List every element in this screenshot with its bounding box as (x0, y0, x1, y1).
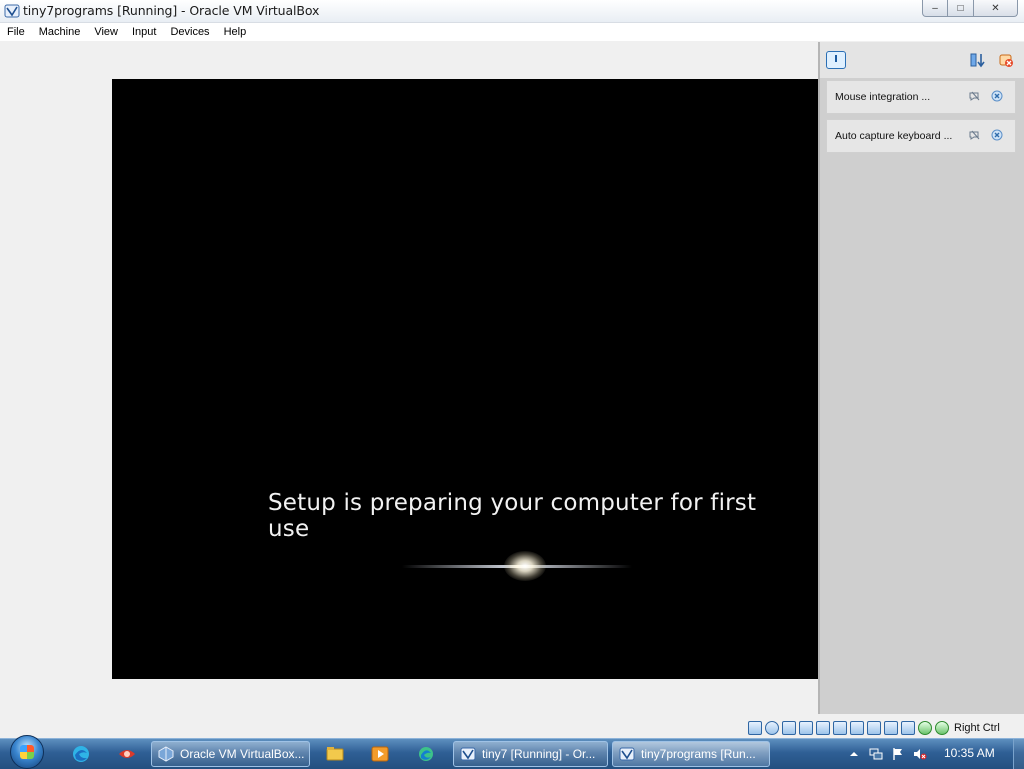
menu-bar: File Machine View Input Devices Help (0, 23, 1024, 41)
taskbar: Oracle VM VirtualBox... tiny7 [Running] … (0, 735, 1024, 769)
clear-all-icon[interactable] (998, 52, 1014, 68)
host-key-label: Right Ctrl (954, 722, 1000, 734)
close-icon[interactable] (991, 90, 1003, 102)
menu-machine[interactable]: Machine (32, 23, 88, 41)
minimize-button[interactable]: – (922, 0, 948, 17)
menu-help[interactable]: Help (217, 23, 254, 41)
action-center-flag-icon[interactable] (891, 747, 905, 761)
close-icon[interactable] (991, 129, 1003, 141)
notification-center-icon[interactable] (826, 51, 846, 69)
usb-icon[interactable] (833, 721, 847, 735)
maximize-icon: □ (957, 2, 964, 14)
network-icon[interactable] (816, 721, 830, 735)
virtualbox-icon (4, 4, 20, 18)
setup-status-text: Setup is preparing your computer for fir… (268, 490, 757, 542)
progress-glow-orb (504, 551, 546, 581)
file-explorer-icon[interactable] (324, 744, 346, 764)
mouse-integration-icon[interactable] (918, 721, 932, 735)
windows-logo-icon (20, 745, 34, 759)
taskbar-button-virtualbox-manager[interactable]: Oracle VM VirtualBox... (151, 741, 310, 767)
close-icon: ✕ (991, 2, 1000, 14)
menu-file[interactable]: File (0, 23, 32, 41)
edge-icon[interactable] (415, 744, 437, 764)
network-icon[interactable] (869, 747, 883, 761)
display-icon[interactable] (867, 721, 881, 735)
virtualbox-icon (158, 746, 174, 762)
app-icon[interactable] (116, 744, 138, 764)
mute-icon[interactable] (969, 90, 981, 102)
notification-center: Mouse integration ... Auto capture keybo… (818, 42, 1024, 714)
volume-muted-icon[interactable] (913, 747, 927, 761)
taskbar-button-tiny7[interactable]: tiny7 [Running] - Or... (453, 741, 608, 767)
minimize-icon: – (932, 2, 938, 14)
notification-item[interactable]: Mouse integration ... (826, 80, 1016, 114)
clock[interactable]: 10:35 AM (944, 746, 995, 760)
virtualbox-icon (619, 747, 635, 761)
vm-display[interactable]: Setup is preparing your computer for fir… (112, 79, 818, 679)
maximize-button[interactable]: □ (948, 0, 974, 17)
audio-icon[interactable] (799, 721, 813, 735)
recording-icon[interactable] (884, 721, 898, 735)
menu-view[interactable]: View (87, 23, 125, 41)
taskbar-button-label: tiny7programs [Run... (641, 747, 756, 761)
menu-input[interactable]: Input (125, 23, 163, 41)
media-player-icon[interactable] (369, 744, 391, 764)
virtualbox-icon (460, 747, 476, 761)
cpu-icon[interactable] (901, 721, 915, 735)
system-tray (843, 739, 931, 769)
notification-text: Auto capture keyboard ... (835, 130, 953, 142)
window-title: tiny7programs [Running] - Oracle VM Virt… (23, 3, 320, 18)
notification-center-header (820, 42, 1024, 78)
hard-disk-icon[interactable] (748, 721, 762, 735)
notification-text: Mouse integration ... (835, 91, 931, 103)
floppy-icon[interactable] (782, 721, 796, 735)
menu-devices[interactable]: Devices (163, 23, 216, 41)
show-hidden-icon[interactable] (847, 747, 861, 761)
sort-icon[interactable] (970, 52, 986, 68)
optical-drive-icon[interactable] (765, 721, 779, 735)
vm-status-bar: Right Ctrl (748, 719, 1024, 737)
notification-item[interactable]: Auto capture keyboard ... (826, 119, 1016, 153)
title-bar: tiny7programs [Running] - Oracle VM Virt… (0, 0, 1024, 23)
start-button[interactable] (10, 735, 44, 769)
mute-icon[interactable] (969, 129, 981, 141)
edge-icon[interactable] (70, 744, 92, 764)
taskbar-button-tiny7programs[interactable]: tiny7programs [Run... (612, 741, 770, 767)
close-button[interactable]: ✕ (974, 0, 1018, 17)
window-controls: – □ ✕ (922, 0, 1018, 18)
taskbar-button-label: tiny7 [Running] - Or... (482, 747, 596, 761)
shared-folders-icon[interactable] (850, 721, 864, 735)
show-desktop-button[interactable] (1013, 739, 1024, 769)
keyboard-icon[interactable] (935, 721, 949, 735)
taskbar-button-label: Oracle VM VirtualBox... (180, 747, 305, 761)
